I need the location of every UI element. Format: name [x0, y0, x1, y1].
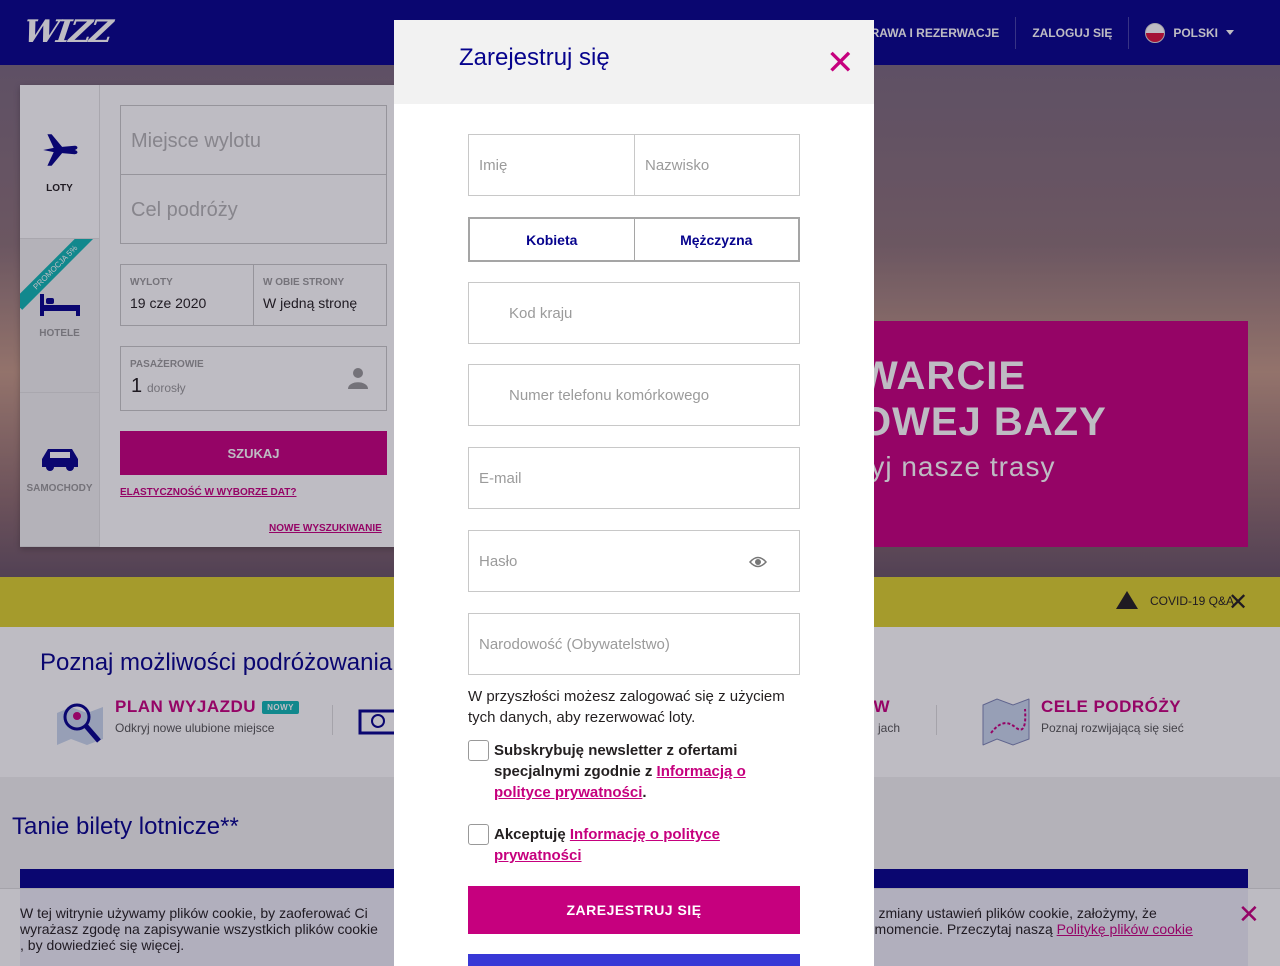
first-name-placeholder: Imię	[479, 157, 508, 174]
newsletter-checkbox[interactable]	[468, 740, 489, 761]
country-code-placeholder: Kod kraju	[509, 305, 573, 322]
phone-placeholder: Numer telefonu komórkowego	[509, 387, 710, 404]
password-placeholder: Hasło	[479, 553, 518, 570]
last-name-input[interactable]: Nazwisko	[634, 134, 800, 196]
nationality-select[interactable]: Narodowość (Obywatelstwo)	[468, 613, 800, 675]
close-icon[interactable]: ✕	[826, 46, 855, 80]
register-modal: Zarejestruj się ✕ Imię Nazwisko Kobieta …	[394, 20, 874, 966]
modal-header: Zarejestruj się ✕	[394, 20, 874, 104]
last-name-placeholder: Nazwisko	[645, 157, 710, 174]
login-info-text: W przyszłości możesz zalogować się z uży…	[468, 688, 785, 726]
social-login-button[interactable]	[468, 954, 800, 966]
email-placeholder: E-mail	[479, 470, 522, 487]
privacy-checkbox[interactable]	[468, 824, 489, 845]
privacy-checkbox-row: Akceptuję Informację o polityce prywatno…	[468, 824, 800, 866]
gender-selector: Kobieta Mężczyzna	[468, 217, 800, 262]
first-name-input[interactable]: Imię	[468, 134, 635, 196]
gender-male-button[interactable]: Mężczyzna	[635, 219, 799, 260]
accept-text: Akceptuję	[494, 826, 566, 843]
gender-female-button[interactable]: Kobieta	[470, 219, 635, 260]
password-input[interactable]: Hasło	[468, 530, 800, 592]
phone-input[interactable]: Numer telefonu komórkowego	[468, 364, 800, 426]
eye-icon[interactable]	[749, 555, 767, 569]
register-button[interactable]: ZAREJESTRUJ SIĘ	[468, 886, 800, 934]
nationality-placeholder: Narodowość (Obywatelstwo)	[479, 636, 670, 653]
newsletter-checkbox-row: Subskrybuję newsletter z ofertami specja…	[468, 740, 800, 803]
email-input[interactable]: E-mail	[468, 447, 800, 509]
modal-title: Zarejestruj się	[459, 44, 610, 71]
country-code-select[interactable]: Kod kraju	[468, 282, 800, 344]
